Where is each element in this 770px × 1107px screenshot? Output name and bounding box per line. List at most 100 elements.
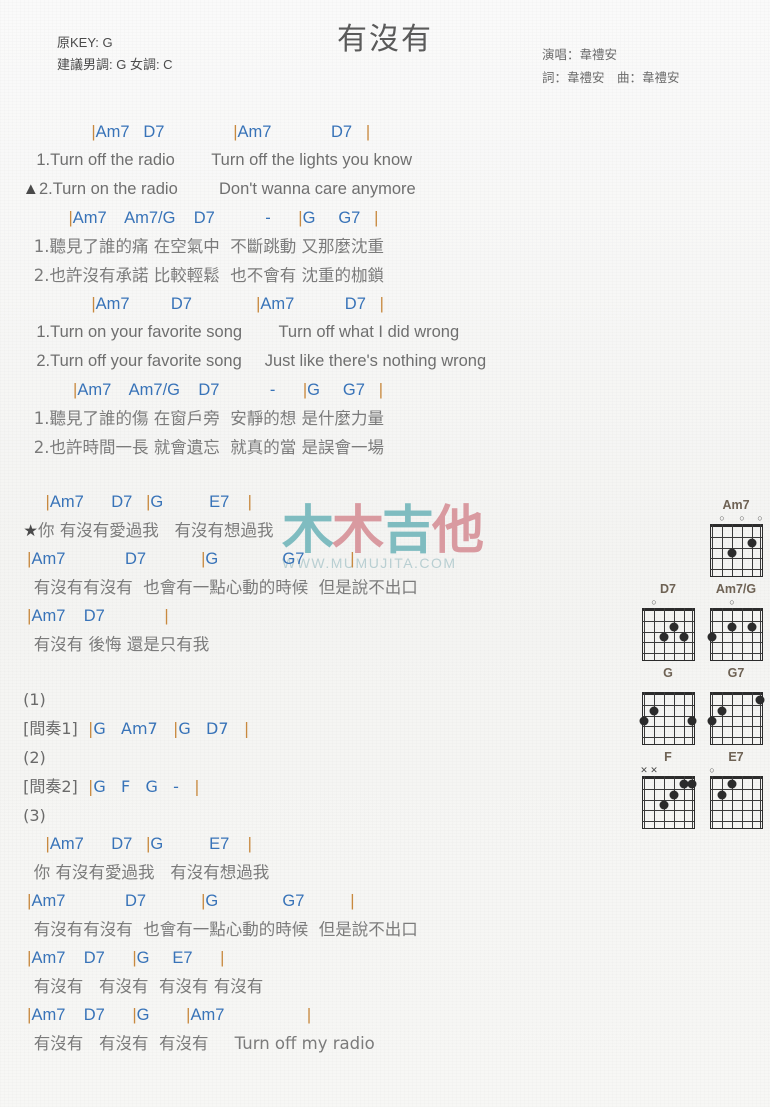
- chord-diagram-e7[interactable]: E7 ○: [706, 750, 766, 829]
- chord-line: |Am7 Am7/G D7 - |G G7 |: [73, 381, 383, 399]
- open-string-icon: ○: [757, 513, 763, 523]
- muted-string-icon: ✕: [640, 765, 648, 775]
- section-chorus-1: |Am7 D7 |G E7 | ★你 有沒有愛過我 有沒有想過我 |Am7 D7…: [0, 462, 660, 659]
- key-info: 原KEY: G 建議男調: G 女調: C: [57, 32, 173, 76]
- chord-diagram-label: Am7/G: [715, 582, 757, 596]
- chord-diagram-am7[interactable]: Am7 ○ ○ ○: [706, 498, 766, 577]
- song-body: |Am7 D7 |Am7 D7 | 1.Turn off the radio T…: [0, 118, 660, 1058]
- lyric-line-cn: 1.聽見了誰的痛 在空氣中 不斷跳動 又那麼沈重: [18, 237, 384, 256]
- chord-diagram-label: E7: [728, 750, 744, 764]
- line-spacer: [0, 462, 660, 488]
- chord-open-string-markers: [706, 681, 766, 692]
- chord-open-string-markers: ○: [706, 597, 766, 608]
- section-interlude: (1) [間奏1] |G Am7 |G D7 | (2) [間奏2] |G F …: [0, 659, 660, 830]
- fretboard-grid: [639, 692, 697, 745]
- lyric-line-cn: 2.也許沒有承諾 比較輕鬆 也不會有 沈重的枷鎖: [18, 266, 384, 285]
- section-label-line: (1): [18, 690, 46, 709]
- finger-dot: [679, 632, 689, 642]
- finger-dot: [747, 538, 757, 548]
- finger-dot: [659, 632, 669, 642]
- finger-dot: [727, 548, 737, 558]
- chord-open-string-markers: [638, 681, 698, 692]
- fretboard-grid: [710, 524, 763, 577]
- chord-diagram-label: G: [663, 666, 673, 680]
- open-string-icon: ○: [719, 513, 725, 523]
- chord-diagram-row: G G7: [626, 666, 766, 745]
- fretboard-grid: [642, 776, 697, 829]
- finger-dot: [659, 800, 669, 810]
- chord-line: |Am7 D7 |G E7 |: [27, 949, 225, 967]
- section-verse-2: |Am7 D7 |Am7 D7 | 1.Turn on your favorit…: [0, 290, 660, 462]
- chord-line: |Am7 D7 |Am7 D7 |: [91, 295, 384, 313]
- fretboard-grid: [710, 776, 763, 829]
- open-string-icon: ○: [709, 765, 715, 775]
- finger-dot: [755, 695, 765, 705]
- section-label-line: (3): [18, 806, 46, 825]
- lyric-line-en: 2.Turn off your favorite song Just like …: [18, 352, 487, 370]
- finger-dot: [669, 790, 679, 800]
- credit-writer: 詞：韋禮安 曲：韋禮安: [542, 71, 680, 85]
- chord-diagram-row: F ✕ ✕ E7 ○: [626, 750, 766, 829]
- chord-diagram-d7[interactable]: D7 ○: [638, 582, 698, 661]
- section-label-line: (2): [18, 748, 46, 767]
- open-string-icon: ○: [729, 597, 735, 607]
- credit-singer: 演唱：韋禮安: [542, 48, 618, 62]
- finger-dot: [639, 716, 649, 726]
- open-string-icon: ○: [651, 597, 657, 607]
- chord-line: |Am7 D7 |G |Am7 |: [27, 1006, 312, 1024]
- chord-diagram-row: D7 ○ Am7/G ○: [626, 582, 766, 661]
- chord-diagram-label: F: [664, 750, 672, 764]
- original-key: 原KEY: G: [57, 35, 113, 50]
- section-chorus-2: |Am7 D7 |G E7 | 你 有沒有愛過我 有沒有想過我 |Am7 D7 …: [0, 830, 660, 1058]
- chord-diagram-label: Am7: [722, 498, 750, 512]
- chord-line: |Am7 D7 |G G7 |: [27, 892, 355, 910]
- suggested-key: 建議男調: G 女調: C: [57, 57, 173, 72]
- lyric-line-cn: 有沒有 有沒有 有沒有 有沒有: [18, 977, 264, 996]
- sheet-header: 有沒有 原KEY: G 建議男調: G 女調: C 演唱：韋禮安 詞：韋禮安 曲…: [0, 0, 770, 100]
- finger-dot: [707, 716, 717, 726]
- lyric-line-cn: 1.聽見了誰的傷 在窗戶旁 安靜的想 是什麼力量: [18, 409, 384, 428]
- finger-dot: [747, 622, 757, 632]
- fretboard-grid: [707, 608, 763, 661]
- lyric-line-cn: ★你 有沒有愛過我 有沒有想過我: [23, 521, 274, 540]
- lyric-line-cn: 有沒有 有沒有 有沒有 Turn off my radio: [18, 1034, 375, 1053]
- finger-dot: [669, 622, 679, 632]
- chord-diagram-label: G7: [727, 666, 745, 680]
- lyric-line-cn: 2.也許時間一長 就會遺忘 就真的當 是誤會一場: [18, 438, 384, 457]
- finger-dot: [717, 790, 727, 800]
- section-label-line: [間奏2] |G F G - |: [18, 777, 200, 796]
- line-spacer: [0, 659, 660, 685]
- lyric-line-cn: 有沒有有沒有 也會有一點心動的時候 但是說不出口: [18, 578, 418, 597]
- chord-line: |Am7 D7 |G E7 |: [45, 493, 252, 511]
- lyric-line-cn: 你 有沒有愛過我 有沒有想過我: [18, 863, 270, 882]
- chord-open-string-markers: ○: [706, 765, 766, 776]
- finger-dot: [727, 622, 737, 632]
- finger-dot: [649, 706, 659, 716]
- chord-open-string-markers: ○ ○ ○: [706, 513, 766, 524]
- chord-line: |Am7 D7 |G E7 |: [45, 835, 252, 853]
- lyric-line-en: 1.Turn on your favorite song Turn off wh…: [18, 323, 460, 341]
- chord-diagram-am7-g[interactable]: Am7/G ○: [706, 582, 766, 661]
- open-string-icon: ○: [739, 513, 745, 523]
- lyric-line-en: ▲2.Turn on the radio Don't wanna care an…: [22, 180, 416, 198]
- muted-string-icon: ✕: [650, 765, 658, 775]
- finger-dot: [687, 779, 697, 789]
- chord-line: |Am7 D7 |G G7 |: [27, 550, 355, 568]
- credits: 演唱：韋禮安 詞：韋禮安 曲：韋禮安: [542, 44, 742, 90]
- finger-dot: [707, 632, 717, 642]
- lyric-line-en: 1.Turn off the radio Turn off the lights…: [18, 151, 413, 169]
- chord-diagram-label: D7: [660, 582, 676, 596]
- section-verse-1: |Am7 D7 |Am7 D7 | 1.Turn off the radio T…: [0, 118, 660, 290]
- finger-dot: [717, 706, 727, 716]
- chord-diagram-g[interactable]: G: [638, 666, 698, 745]
- chord-diagram-panel: Am7 ○ ○ ○ D7 ○ Am7/G ○ G G7 F ✕ ✕ E7 ○: [626, 498, 766, 834]
- chord-diagram-g7[interactable]: G7: [706, 666, 766, 745]
- chord-diagram-f[interactable]: F ✕ ✕: [638, 750, 698, 829]
- chord-line: |Am7 D7 |: [27, 607, 169, 625]
- chord-open-string-markers: ✕ ✕: [638, 765, 698, 776]
- lyric-line-cn: 有沒有有沒有 也會有一點心動的時候 但是說不出口: [18, 920, 418, 939]
- finger-dot: [727, 779, 737, 789]
- finger-dot: [687, 716, 697, 726]
- chord-line: |Am7 D7 |Am7 D7 |: [91, 123, 371, 141]
- chord-sheet-page: 有沒有 原KEY: G 建議男調: G 女調: C 演唱：韋禮安 詞：韋禮安 曲…: [0, 0, 770, 1107]
